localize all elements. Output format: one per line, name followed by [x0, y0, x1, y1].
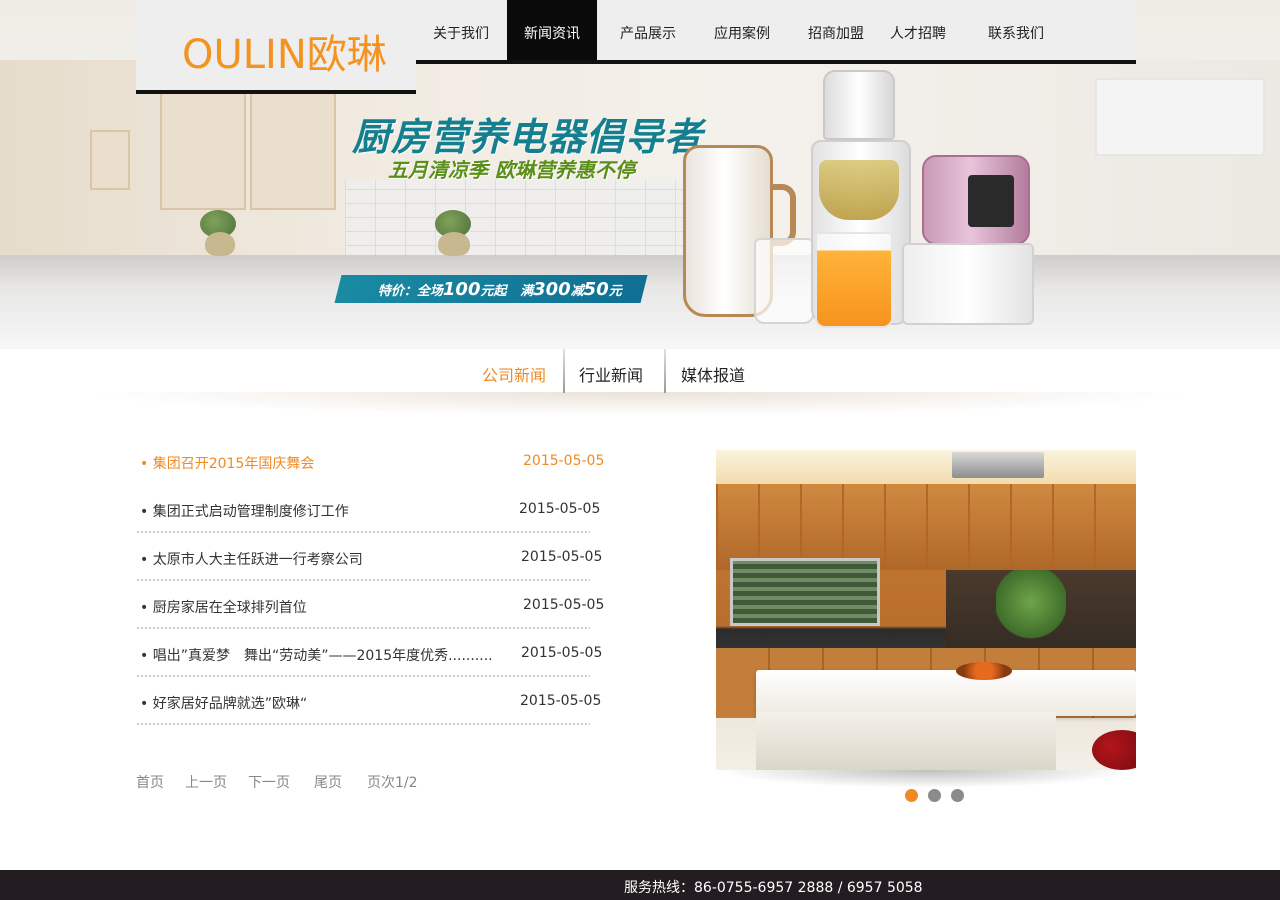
footer: 服务热线：86-0755-6957 2888 / 6957 5058 — [0, 870, 1280, 900]
news-date: 2015-05-05 — [521, 645, 603, 661]
news-item[interactable]: • 集团正式启动管理制度修订工作 2015-05-05 — [136, 501, 606, 549]
coffee-machine-image — [902, 155, 1034, 325]
news-date: 2015-05-05 — [521, 549, 603, 565]
news-title[interactable]: • 厨房家居在全球排列首位 — [140, 597, 307, 617]
news-item[interactable]: • 太原市人大主任跃进一行考察公司 2015-05-05 — [136, 549, 606, 597]
promo-unit: 元 — [608, 283, 622, 299]
promo-prefix: 特价：全场 — [378, 283, 444, 299]
pager-first[interactable]: 首页 — [136, 772, 164, 792]
tab-divider — [563, 349, 565, 393]
tab-company-news[interactable]: 公司新闻 — [482, 362, 546, 386]
window — [730, 558, 880, 626]
news-item[interactable]: • 好家居好品牌就选”欧琳“ 2015-05-05 — [136, 693, 606, 741]
news-item[interactable]: • 厨房家居在全球排列首位 2015-05-05 — [136, 597, 606, 645]
ceiling-lamp — [952, 452, 1044, 478]
tab-media-reports[interactable]: 媒体报道 — [681, 362, 745, 386]
carousel-dot[interactable] — [905, 789, 918, 802]
dotted-divider — [136, 627, 590, 629]
promo-amount: 300 — [533, 278, 571, 300]
banner-tiles — [345, 180, 685, 260]
logo[interactable]: OULIN欧琳 — [182, 22, 387, 80]
news-title[interactable]: • 集团召开2015年国庆舞会 — [140, 453, 314, 473]
news-title[interactable]: • 好家居好品牌就选”欧琳“ — [140, 693, 307, 713]
promo-text: 满 — [520, 283, 534, 299]
news-title[interactable]: • 太原市人大主任跃进一行考察公司 — [140, 549, 363, 569]
tab-industry-news[interactable]: 行业新闻 — [579, 362, 643, 386]
carousel-dot[interactable] — [928, 789, 941, 802]
subtabs-shadow — [80, 392, 1200, 416]
promo-amount: 100 — [443, 278, 481, 300]
carousel-shadow — [716, 770, 1136, 788]
carousel-dot[interactable] — [951, 789, 964, 802]
red-decor — [1092, 730, 1136, 770]
nav-item-contact[interactable]: 联系我们 — [972, 0, 1060, 60]
service-hotline: 服务热线：86-0755-6957 2888 / 6957 5058 — [624, 880, 923, 896]
pager-prev[interactable]: 上一页 — [185, 772, 227, 792]
tab-divider — [664, 349, 666, 393]
dotted-divider — [136, 675, 590, 677]
banner-cabinet — [90, 130, 130, 190]
banner-headline: 厨房营养电器倡导者 — [352, 115, 704, 159]
fruit-bowl — [956, 662, 1012, 680]
dotted-divider — [136, 531, 590, 533]
pager-next[interactable]: 下一页 — [248, 772, 290, 792]
logo-area[interactable]: OULIN欧琳 — [136, 0, 416, 94]
pot-icon — [438, 232, 470, 256]
pager-last[interactable]: 尾页 — [314, 772, 342, 792]
news-title[interactable]: • 集团正式启动管理制度修订工作 — [140, 501, 349, 521]
dotted-divider — [136, 579, 590, 581]
kitchen-island — [756, 670, 1136, 716]
main-nav: 关于我们 新闻资讯 产品展示 应用案例 招商加盟 人才招聘 联系我们 — [416, 0, 1136, 64]
dotted-divider — [136, 723, 590, 725]
news-date: 2015-05-05 — [519, 501, 601, 517]
nav-item-careers[interactable]: 人才招聘 — [876, 0, 960, 60]
flower-vase — [996, 570, 1066, 650]
nav-item-news[interactable]: 新闻资讯 — [507, 0, 597, 60]
news-date: 2015-05-05 — [520, 693, 602, 709]
news-item[interactable]: • 唱出”真爱梦 舞出“劳动美”——2015年度优秀.......... 201… — [136, 645, 606, 693]
promo-ribbon[interactable]: 特价：全场100元起 满300减50元 — [334, 275, 648, 303]
nav-item-about[interactable]: 关于我们 — [416, 0, 506, 60]
pager-page-info: 页次1/2 — [367, 775, 418, 791]
juice-glass-image — [815, 232, 893, 328]
news-title[interactable]: • 唱出”真爱梦 舞出“劳动美”——2015年度优秀.......... — [140, 645, 493, 665]
carousel-image[interactable] — [716, 450, 1136, 770]
news-date: 2015-05-05 — [523, 597, 605, 613]
island-front — [756, 712, 1056, 770]
banner-shelf — [1095, 78, 1265, 156]
news-item[interactable]: • 集团召开2015年国庆舞会 2015-05-05 — [136, 453, 606, 501]
banner-subline: 五月清凉季 欧琳营养惠不停 — [388, 158, 635, 182]
nav-item-products[interactable]: 产品展示 — [602, 0, 694, 60]
nav-item-cases[interactable]: 应用案例 — [696, 0, 788, 60]
promo-unit: 元起 — [480, 283, 507, 299]
promo-amount: 50 — [583, 278, 609, 300]
promo-text: 减 — [570, 283, 584, 299]
pot-icon — [205, 232, 235, 256]
nav-item-franchise[interactable]: 招商加盟 — [790, 0, 882, 60]
news-date: 2015-05-05 — [523, 453, 605, 469]
